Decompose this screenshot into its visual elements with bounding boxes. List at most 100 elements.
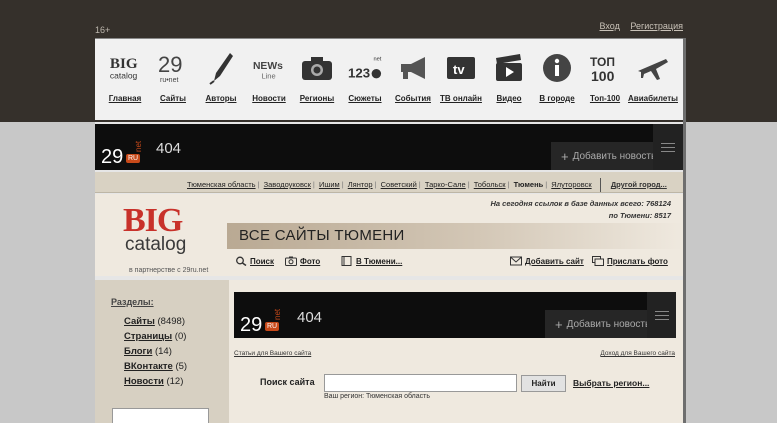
section-count: (0) (174, 331, 187, 342)
search-input[interactable] (324, 374, 517, 392)
divider (599, 178, 601, 192)
svg-text:ru•net: ru•net (160, 77, 178, 84)
29ru-net-icon: 29 ru•net (156, 51, 190, 85)
megaphone-icon (396, 51, 430, 85)
register-link[interactable]: Регистрация (630, 21, 683, 31)
city-link[interactable]: Тюменская область (187, 180, 256, 189)
search-link[interactable]: Поиск (235, 256, 274, 266)
fountain-pen-icon (204, 51, 238, 85)
section-item-vkontakte[interactable]: ВКонтакте (5) (124, 361, 187, 372)
nav-item-authors[interactable]: Авторы (195, 39, 247, 117)
big-catalog-logo[interactable]: BIG catalog (123, 202, 186, 255)
city-link[interactable]: Тобольск (474, 180, 506, 189)
envelope-icon (510, 256, 522, 266)
logo-big-text: BIG (123, 202, 183, 239)
error-code: 404 (156, 140, 182, 157)
auth-links: Вход Регистрация (591, 21, 683, 31)
city-link[interactable]: Советский (381, 180, 417, 189)
catalog-header: BIG catalog в партнерстве с 29ru.net На … (95, 194, 683, 276)
nav-item-top100[interactable]: ТОП 100 Топ-100 (579, 39, 631, 117)
clapperboard-icon (492, 51, 526, 85)
other-city-link[interactable]: Другой город... (611, 180, 667, 189)
search-label: Поиск сайта (260, 377, 315, 387)
section-name: ВКонтакте (124, 361, 173, 372)
nav-item-city[interactable]: В городе (531, 39, 583, 117)
add-site-link[interactable]: Добавить сайт (510, 256, 584, 266)
airplane-icon (636, 51, 670, 85)
nav-item-video[interactable]: Видео (483, 39, 535, 117)
search-button[interactable]: Найти (521, 375, 566, 392)
nav-item-regions[interactable]: Регионы (291, 39, 343, 117)
menu-burger-icon[interactable] (653, 124, 683, 170)
error-code: 404 (297, 309, 323, 326)
nav-item-news[interactable]: NEWs Line Новости (243, 39, 295, 117)
all-sites-title: ВСЕ САЙТЫ ТЮМЕНИ (239, 227, 405, 244)
section-count: (5) (175, 361, 188, 372)
news-line-icon: NEWs Line (252, 51, 286, 85)
add-news-button[interactable]: + Добавить новость (545, 310, 661, 338)
city-bar: Тюменская область | Заводоуковск | Ишим | Л… (95, 172, 683, 193)
section-item-blogs[interactable]: Блоги (14) (124, 346, 172, 357)
nav-label: Авиабилеты (628, 94, 678, 103)
banner-ru-badge: RU (265, 322, 280, 331)
section-count: (14) (154, 346, 172, 357)
age-rating: 16+ (95, 25, 111, 35)
city-current: Тюмень (513, 179, 544, 189)
all-sites-banner: ВСЕ САЙТЫ ТЮМЕНИ (227, 223, 683, 249)
add-news-button[interactable]: + Добавить новость (551, 142, 667, 170)
articles-link[interactable]: Статьи для Вашего сайта (234, 350, 311, 357)
svg-text:Line: Line (261, 71, 275, 80)
city-list: Тюменская область | Заводоуковск | Ишим | Л… (187, 178, 667, 192)
banner-content: 29 net RU 404 + Добавить новость (234, 292, 676, 338)
plus-icon: + (561, 148, 569, 164)
add-news-label: Добавить новость (566, 318, 651, 330)
login-link[interactable]: Вход (599, 21, 619, 31)
choose-region-link[interactable]: Выбрать регион... (573, 378, 649, 388)
income-link[interactable]: Доход для Вашего сайта (600, 350, 675, 357)
city-link[interactable]: Заводоуковск (264, 180, 311, 189)
section-name: Блоги (124, 346, 153, 357)
sidebar-thumbnail[interactable] (112, 408, 209, 423)
svg-text:29: 29 (158, 52, 182, 77)
section-item-sites[interactable]: Сайты (8498) (124, 316, 185, 327)
nav-item-sites[interactable]: 29 ru•net Сайты (147, 39, 199, 117)
banner-logo: 29 (101, 146, 124, 168)
top100-icon: ТОП 100 (588, 51, 622, 85)
sections-title: Разделы: (111, 297, 154, 307)
nav-item-home[interactable]: BIG catalog Главная (99, 39, 151, 117)
camera-icon (300, 51, 334, 85)
menu-burger-icon[interactable] (647, 292, 676, 338)
nav-item-events[interactable]: События (387, 39, 439, 117)
photos-icon (592, 256, 604, 266)
123ru-net-icon: 123 net (348, 51, 382, 85)
send-photo-link[interactable]: Прислать фото (592, 256, 668, 266)
in-tyumen-link[interactable]: В Тюмени... (341, 256, 402, 266)
your-region-text: Ваш регион: Тюменская область (324, 393, 430, 400)
sections-sidebar: Разделы: Сайты (8498) Страницы (0) Блоги… (95, 280, 229, 423)
section-item-news[interactable]: Новости (12) (124, 376, 183, 387)
camera-icon (285, 256, 297, 266)
tv-icon: tv (444, 51, 478, 85)
section-item-pages[interactable]: Страницы (0) (124, 331, 186, 342)
city-link[interactable]: Лянтор (348, 180, 373, 189)
stats-total: На сегодня ссылок в базе данных всего: 7… (490, 199, 672, 208)
page-shadow (683, 38, 686, 423)
partner-text: в партнерстве с 29ru.net (129, 267, 209, 274)
add-site-link-label: Добавить сайт (525, 256, 584, 266)
nav-item-stories[interactable]: 123 net Сюжеты (339, 39, 391, 117)
bigcatalog-icon: BIG catalog (108, 51, 142, 85)
info-icon (540, 51, 574, 85)
section-name: Сайты (124, 316, 155, 327)
svg-text:ТОП: ТОП (590, 55, 615, 69)
nav-item-tv[interactable]: tv ТВ онлайн (435, 39, 487, 117)
section-count: (8498) (157, 316, 185, 327)
city-link[interactable]: Ялуторовск (551, 180, 591, 189)
nav-item-avia[interactable]: Авиабилеты (627, 39, 679, 117)
banner-top: 29 net RU 404 + Добавить новость (95, 124, 683, 170)
stats-city: по Тюмени: 8517 (608, 211, 671, 220)
city-link[interactable]: Ишим (319, 180, 340, 189)
city-link[interactable]: Тарко-Сале (425, 180, 466, 189)
search-icon (236, 256, 247, 266)
photo-link[interactable]: Фото (285, 256, 320, 266)
search-link-label: Поиск (250, 256, 275, 266)
